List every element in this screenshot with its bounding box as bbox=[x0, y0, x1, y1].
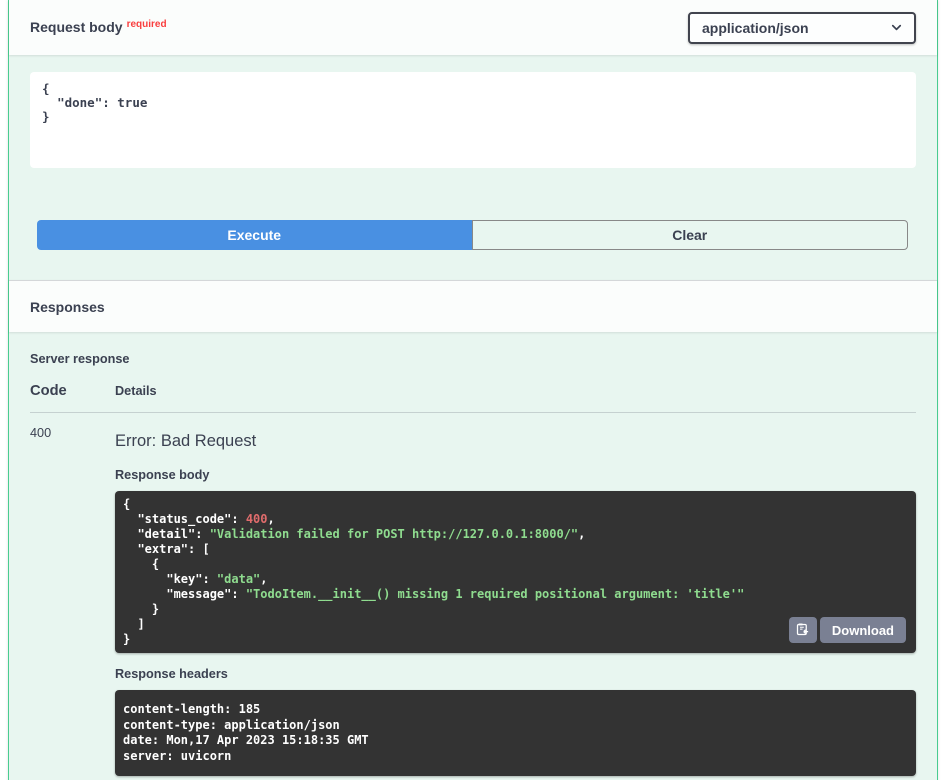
request-body-header: Request bodyrequired application/json bbox=[9, 0, 937, 55]
code-line: "detail": "Validation failed for POST ht… bbox=[123, 527, 908, 542]
clipboard-copy-icon bbox=[795, 621, 810, 639]
code-line: "key": "data", bbox=[123, 572, 908, 587]
header-line: date: Mon,17 Apr 2023 15:18:35 GMT bbox=[123, 733, 908, 749]
responses-header: Responses bbox=[9, 280, 937, 332]
response-details: Error: Bad Request Response body { "stat… bbox=[115, 426, 916, 776]
responses-title: Responses bbox=[30, 299, 105, 315]
response-description: Error: Bad Request bbox=[115, 432, 916, 451]
code-line: { bbox=[123, 557, 908, 572]
execute-wrapper: Execute Clear bbox=[37, 220, 908, 250]
code-line: "extra": [ bbox=[123, 542, 908, 557]
content-type-value: application/json bbox=[702, 20, 809, 36]
response-table-header: Code Details bbox=[30, 383, 916, 413]
execute-button[interactable]: Execute bbox=[37, 220, 472, 250]
request-body-title: Request body bbox=[30, 19, 123, 35]
response-body-title: Response body bbox=[115, 468, 916, 482]
code-line: "message": "TodoItem.__init__() missing … bbox=[123, 587, 908, 602]
code-line: "status_code": 400, bbox=[123, 512, 908, 527]
response-body-code: { "status_code": 400, "detail": "Validat… bbox=[115, 491, 916, 653]
code-line: { bbox=[123, 497, 908, 512]
clear-button[interactable]: Clear bbox=[472, 220, 909, 250]
header-line: content-type: application/json bbox=[123, 718, 908, 734]
code-column-header: Code bbox=[30, 383, 115, 399]
status-code: 400 bbox=[30, 426, 115, 776]
copy-button[interactable] bbox=[789, 617, 817, 643]
request-body-editor[interactable]: { "done": true } bbox=[30, 72, 916, 168]
required-badge: required bbox=[127, 19, 167, 30]
details-column-header: Details bbox=[115, 384, 157, 398]
post-operation-panel: Request bodyrequired application/json { … bbox=[8, 0, 938, 780]
download-button[interactable]: Download bbox=[820, 617, 906, 643]
response-headers-code: content-length: 185content-type: applica… bbox=[115, 690, 916, 776]
request-body-title-wrap: Request bodyrequired bbox=[30, 19, 163, 37]
header-line: content-length: 185 bbox=[123, 702, 908, 718]
code-line: } bbox=[123, 602, 908, 617]
responses-content: Server response Code Details 400 Error: … bbox=[9, 332, 937, 776]
response-headers-title: Response headers bbox=[115, 667, 916, 681]
response-body-actions: Download bbox=[789, 617, 906, 643]
response-row-400: 400 Error: Bad Request Response body { "… bbox=[30, 413, 916, 776]
header-line: server: uvicorn bbox=[123, 749, 908, 765]
chevron-down-icon bbox=[889, 20, 904, 35]
server-response-title: Server response bbox=[30, 352, 916, 366]
content-type-select[interactable]: application/json bbox=[688, 12, 916, 44]
